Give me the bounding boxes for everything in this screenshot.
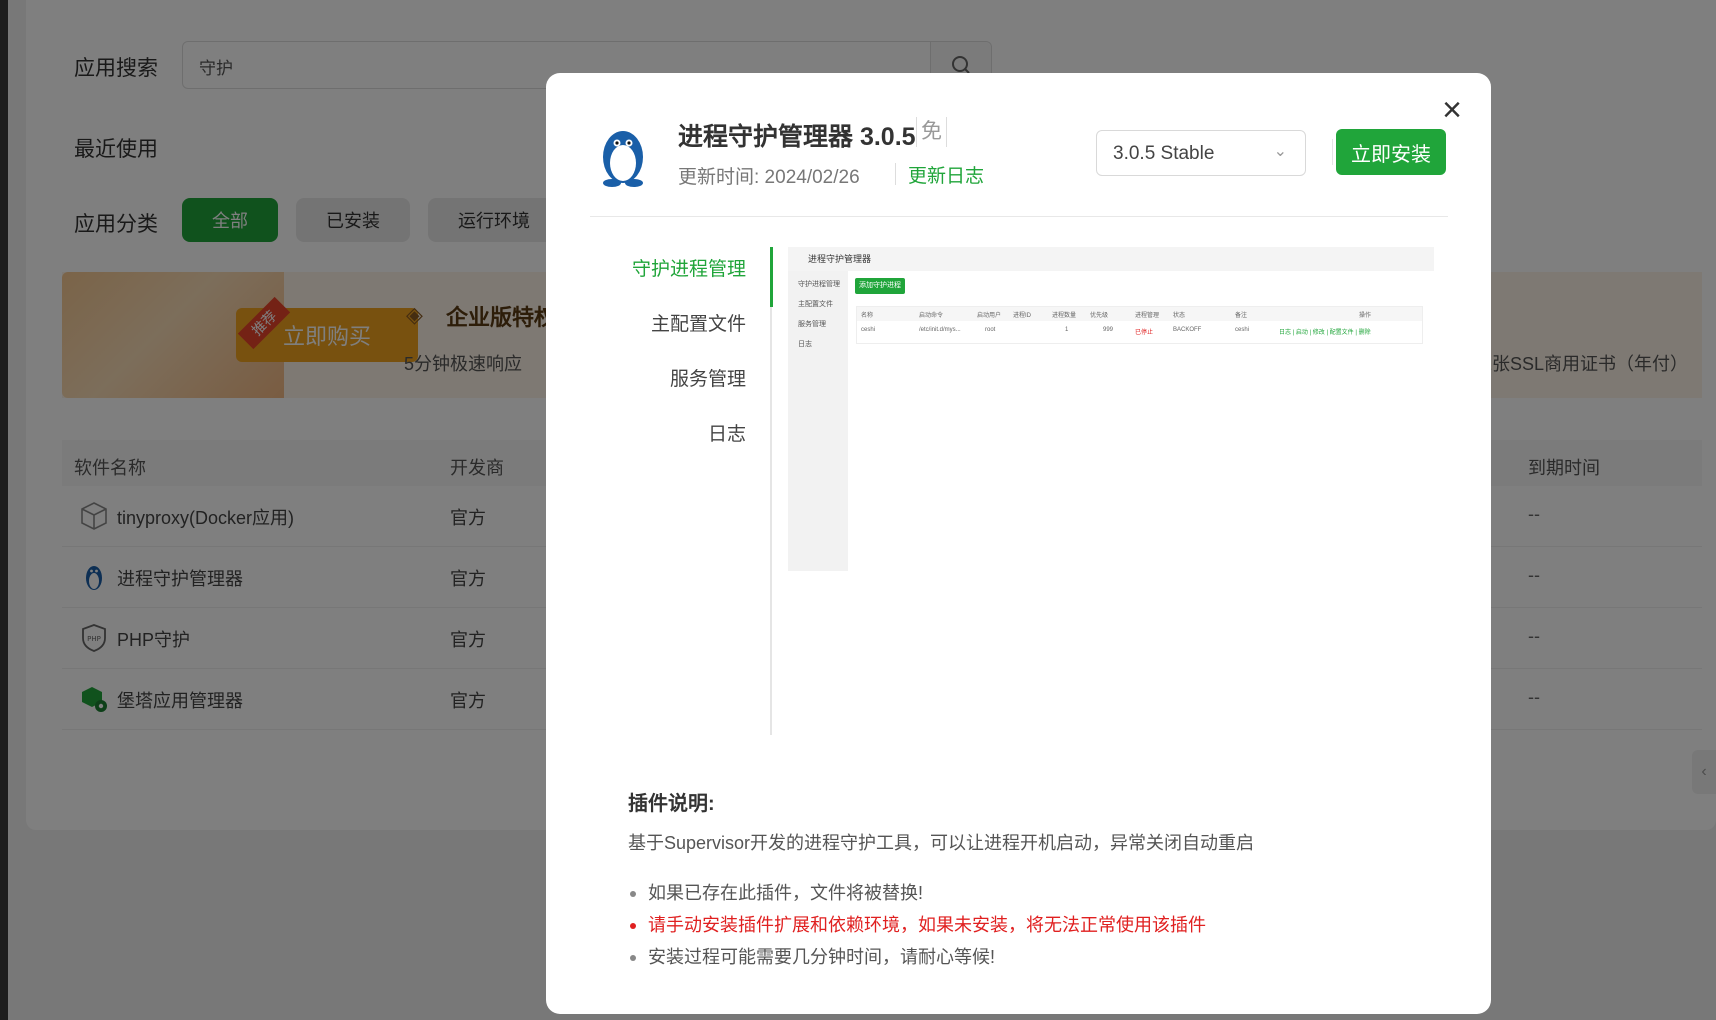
preview-td: /etc/init.d/mys... bbox=[919, 327, 961, 333]
nav-active-indicator bbox=[770, 247, 773, 307]
note-item: 安装过程可能需要几分钟时间，请耐心等候! bbox=[628, 941, 1206, 973]
preview-side-item: 主配置文件 bbox=[798, 301, 833, 308]
preview-th: 进程ID bbox=[1013, 313, 1032, 319]
preview-th: 进程数量 bbox=[1052, 313, 1077, 319]
close-icon[interactable]: × bbox=[1434, 93, 1470, 129]
free-badge: 免 bbox=[916, 117, 947, 147]
preview-side-item: 日志 bbox=[798, 341, 812, 348]
preview-td: 日志 | 启动 | 修改 | 配置文件 | 删除 bbox=[1279, 330, 1371, 336]
preview-td: 1 bbox=[1065, 327, 1069, 333]
preview-td: root bbox=[985, 327, 996, 333]
preview-th: 备注 bbox=[1235, 313, 1248, 319]
preview-th: 优先级 bbox=[1090, 313, 1109, 319]
preview-side-item: 守护进程管理 bbox=[798, 281, 840, 288]
separator bbox=[1332, 139, 1333, 165]
preview-table: 名称 启动命令 启动用户 进程ID 进程数量 优先级 进程管理 状态 备注 操作… bbox=[856, 306, 1423, 344]
separator bbox=[895, 163, 896, 185]
plugin-install-modal: × 进程守护管理器 3.0.5 免 更新时间: 2024/02/26 更新日志 … bbox=[546, 73, 1491, 1014]
preview-th: 名称 bbox=[861, 313, 874, 319]
nav-main-config[interactable]: 主配置文件 bbox=[651, 309, 746, 336]
chevron-down-icon: ⌄ bbox=[1273, 143, 1287, 160]
nav-log[interactable]: 日志 bbox=[708, 419, 746, 446]
changelog-link[interactable]: 更新日志 bbox=[908, 161, 984, 188]
preview-header: 进程守护管理器 bbox=[788, 247, 1434, 271]
nav-track bbox=[770, 247, 772, 735]
preview-th: 启动用户 bbox=[977, 313, 1002, 319]
preview-th: 操作 bbox=[1359, 313, 1372, 319]
preview-screenshot: 进程守护管理器 守护进程管理 主配置文件 服务管理 日志 添加守护进程 名称 启… bbox=[788, 247, 1434, 577]
note-item: 如果已存在此插件，文件将被替换! bbox=[628, 877, 1206, 909]
preview-side-item: 服务管理 bbox=[798, 321, 826, 328]
divider bbox=[590, 216, 1448, 217]
penguin-logo-icon bbox=[603, 131, 643, 187]
description-title: 插件说明: bbox=[628, 793, 715, 815]
preview-td: 已停止 bbox=[1135, 330, 1154, 336]
plugin-title: 进程守护管理器 3.0.5 bbox=[678, 123, 916, 151]
preview-td: BACKOFF bbox=[1173, 327, 1202, 333]
preview-th: 状态 bbox=[1173, 313, 1186, 319]
version-value: 3.0.5 Stable bbox=[1113, 143, 1215, 164]
install-button[interactable]: 立即安装 bbox=[1336, 129, 1446, 175]
update-time: 更新时间: 2024/02/26 bbox=[678, 167, 860, 188]
nav-process-manage[interactable]: 守护进程管理 bbox=[632, 254, 746, 281]
preview-title: 进程守护管理器 bbox=[808, 254, 872, 264]
preview-td: ceshi bbox=[1235, 327, 1250, 333]
preview-th: 进程管理 bbox=[1135, 313, 1160, 319]
preview-th: 启动命令 bbox=[919, 313, 944, 319]
preview-td: ceshi bbox=[861, 327, 876, 333]
nav-service-manage[interactable]: 服务管理 bbox=[670, 364, 746, 391]
preview-add-button: 添加守护进程 bbox=[855, 278, 905, 294]
description-text: 基于Supervisor开发的进程守护工具，可以让进程开机启动，异常关闭自动重启 bbox=[628, 833, 1255, 853]
preview-table-header: 名称 启动命令 启动用户 进程ID 进程数量 优先级 进程管理 状态 备注 操作 bbox=[857, 307, 1422, 321]
preview-sidebar: 守护进程管理 主配置文件 服务管理 日志 bbox=[788, 271, 848, 571]
notes-list: 如果已存在此插件，文件将被替换! 请手动安装插件扩展和依赖环境，如果未安装，将无… bbox=[628, 877, 1206, 973]
note-item-warning: 请手动安装插件扩展和依赖环境，如果未安装，将无法正常使用该插件 bbox=[628, 909, 1206, 941]
preview-td: 999 bbox=[1103, 327, 1114, 333]
version-select[interactable]: 3.0.5 Stable ⌄ bbox=[1096, 130, 1306, 176]
